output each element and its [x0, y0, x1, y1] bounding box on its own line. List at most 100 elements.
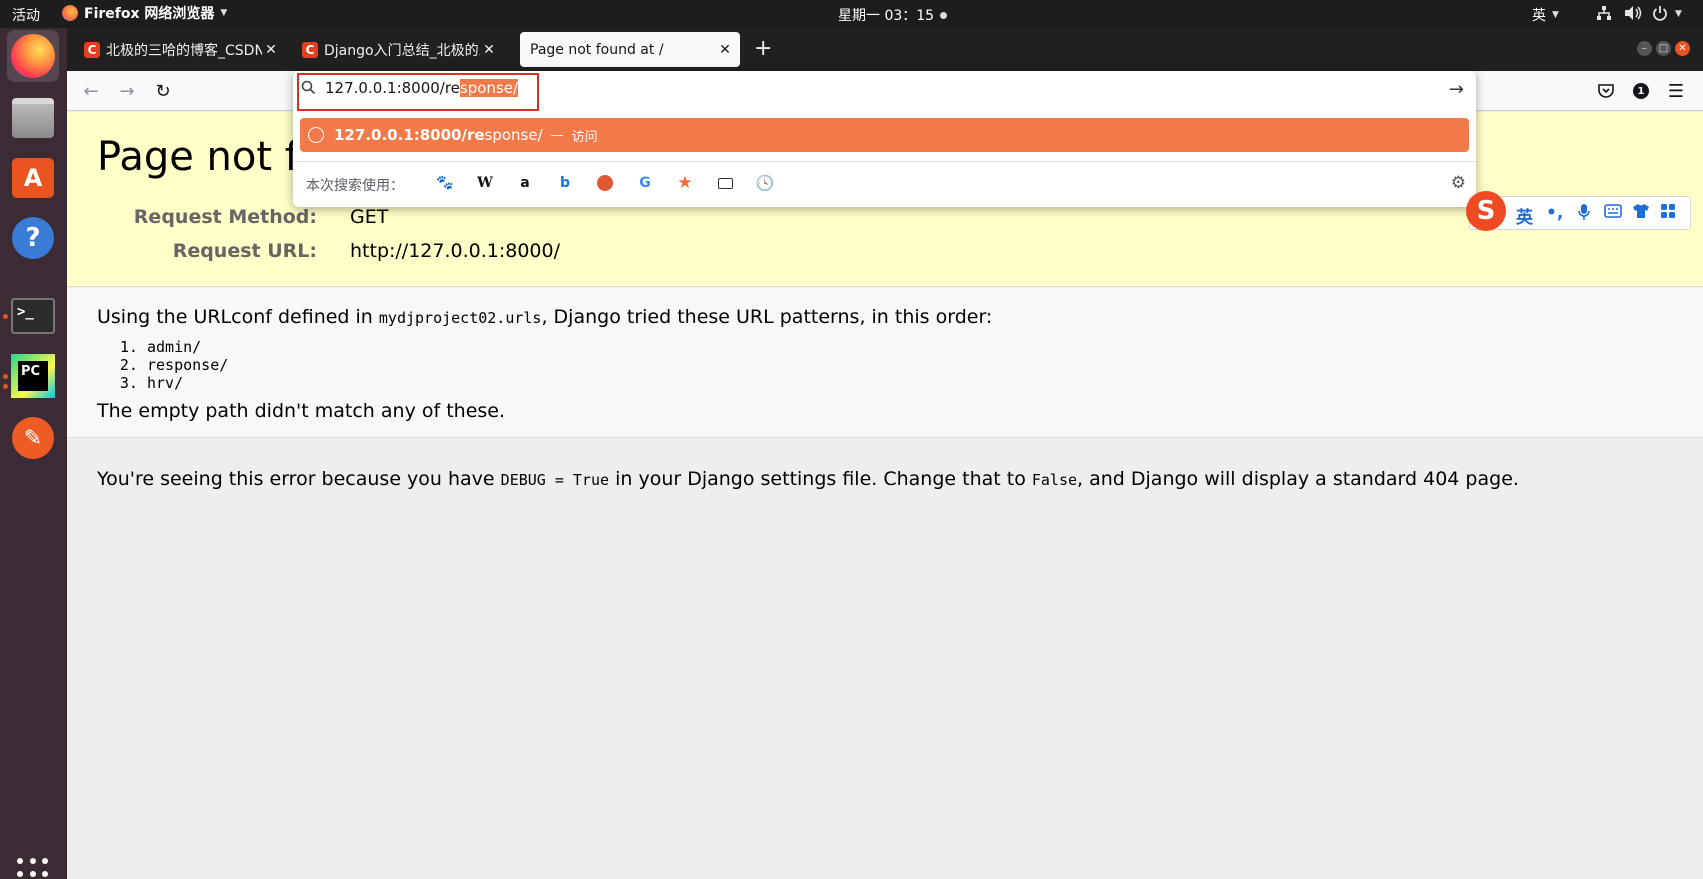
explain-suffix: , and Django will display a standard 404…: [1077, 468, 1519, 490]
dock-software[interactable]: A: [7, 152, 59, 204]
sogou-ime-toolbar: S 英 •,: [1466, 191, 1691, 231]
duckduckgo-icon[interactable]: [594, 172, 616, 194]
suggestion-separator: —: [550, 127, 564, 143]
dock-help[interactable]: ?: [7, 212, 59, 264]
ime-mode-toggle[interactable]: 英: [1516, 203, 1533, 228]
request-method-value: GET: [350, 206, 389, 228]
url-patterns-list: admin/ response/ hrv/: [147, 338, 228, 392]
explain-mid: in your Django settings file. Change tha…: [609, 468, 1032, 490]
urlconf-module: mydjproject02.urls: [378, 309, 542, 327]
csdn-favicon-icon: C: [302, 41, 318, 58]
search-icon: [301, 80, 316, 99]
tab-csdn-blog[interactable]: C 北极的三哈的博客_CSDN博客 ✕: [74, 32, 286, 67]
urlconf-text: Using the URLconf defined in mydjproject…: [97, 306, 992, 328]
clock[interactable]: 星期一 03：15: [838, 5, 948, 25]
globe-icon: [308, 127, 324, 143]
wikipedia-icon[interactable]: W: [474, 172, 496, 194]
dock-terminal[interactable]: >_: [7, 290, 59, 342]
suggestion-url-rest: sponse/: [484, 126, 543, 144]
back-arrow-icon[interactable]: ←: [77, 77, 105, 105]
notification-dot-icon: [940, 11, 948, 19]
tab-page-not-found[interactable]: Page not found at / ✕: [520, 32, 740, 67]
chevron-down-icon: ▼: [1552, 10, 1559, 20]
chevron-down-icon[interactable]: ▼: [1675, 9, 1682, 19]
request-url-value: http://127.0.0.1:8000/: [350, 240, 561, 262]
url-autofill-selection: sponse/: [459, 79, 519, 97]
punctuation-toggle[interactable]: •,: [1546, 203, 1563, 223]
firefox-small-icon: [62, 5, 78, 21]
microphone-icon[interactable]: [1578, 203, 1590, 226]
forward-arrow-icon[interactable]: →: [113, 77, 141, 105]
baidu-icon[interactable]: 🐾: [434, 172, 456, 194]
activities-button[interactable]: 活动: [12, 5, 40, 25]
bing-icon[interactable]: b: [554, 172, 576, 194]
close-icon[interactable]: ✕: [480, 42, 498, 58]
dock-pycharm[interactable]: PC: [7, 350, 59, 402]
show-applications-icon[interactable]: [17, 858, 49, 879]
google-icon[interactable]: G: [634, 172, 656, 194]
hamburger-menu-icon[interactable]: ☰: [1662, 77, 1690, 105]
sogou-logo-icon[interactable]: S: [1466, 191, 1506, 231]
url-suggestion[interactable]: 127.0.0.1:8000/re sponse/ — 访问: [300, 118, 1469, 152]
close-icon[interactable]: ✕: [716, 42, 734, 58]
keyboard-icon[interactable]: [1604, 203, 1622, 223]
extensions-badge[interactable]: 1: [1627, 77, 1655, 105]
dock-postman[interactable]: ✎: [7, 412, 59, 464]
pycharm-icon: PC: [11, 354, 55, 398]
suggestion-action: 访问: [571, 129, 598, 145]
tab-django-summary[interactable]: C Django入门总结_北极的三哈 ✕: [292, 32, 504, 67]
gear-icon[interactable]: ⚙: [1451, 173, 1466, 193]
input-method-indicator[interactable]: 英 ▼: [1532, 5, 1559, 25]
history-icon[interactable]: 🕓: [754, 172, 776, 194]
reload-icon[interactable]: ↻: [149, 77, 177, 105]
gnome-top-bar: 活动 Firefox 网络浏览器 ▼ 星期一 03：15 英 ▼ ▼: [0, 0, 1703, 28]
terminal-icon: >_: [11, 298, 55, 334]
csdn-favicon-icon: C: [84, 41, 100, 58]
list-item: admin/: [147, 338, 228, 356]
network-icon[interactable]: [1596, 5, 1612, 25]
suggestion-url-bold: 127.0.0.1:8000/re: [334, 126, 485, 144]
power-icon[interactable]: [1652, 5, 1668, 25]
help-icon: ?: [12, 217, 54, 259]
go-arrow-icon[interactable]: →: [1449, 79, 1464, 100]
debug-explanation: You're seeing this error because you hav…: [97, 468, 1519, 490]
request-url-label: Request URL:: [172, 240, 317, 262]
url-typed: 127.0.0.1:8000/re: [325, 79, 460, 97]
django-404-page: Page not found Request Method: GET Reque…: [67, 112, 1703, 879]
urlconf-prefix: Using the URLconf defined in: [97, 306, 379, 328]
amazon-icon[interactable]: a: [514, 172, 536, 194]
new-tab-button[interactable]: +: [754, 36, 772, 61]
postman-icon: ✎: [12, 417, 54, 459]
request-method-label: Request Method:: [133, 206, 317, 228]
explain-prefix: You're seeing this error because you hav…: [97, 468, 501, 490]
no-match-text: The empty path didn't match any of these…: [97, 400, 506, 422]
url-input[interactable]: 127.0.0.1:8000/response/: [325, 79, 519, 97]
search-engines-label: 本次搜索使用：: [306, 178, 404, 194]
info-section: Using the URLconf defined in mydjproject…: [67, 288, 1703, 438]
maximize-icon[interactable]: □: [1656, 41, 1671, 56]
software-center-icon: A: [12, 158, 54, 198]
list-item: hrv/: [147, 374, 228, 392]
dock-firefox[interactable]: [7, 30, 59, 82]
files-icon: [12, 98, 54, 138]
bookmarks-icon[interactable]: ★: [674, 172, 696, 194]
debug-code: DEBUG = True: [500, 471, 610, 489]
app-menu[interactable]: Firefox 网络浏览器 ▼: [62, 3, 227, 23]
app-menu-label: Firefox 网络浏览器: [84, 6, 215, 22]
toolbox-icon[interactable]: [1660, 203, 1676, 224]
minimize-icon[interactable]: –: [1637, 41, 1652, 56]
one-off-search-row: 本次搜索使用： 🐾 W a b G ★ 🕓 ⚙: [293, 161, 1476, 205]
urlconf-suffix: , Django tried these URL patterns, in th…: [541, 306, 993, 328]
close-window-icon[interactable]: ✕: [1675, 41, 1690, 56]
close-icon[interactable]: ✕: [262, 42, 280, 58]
ubuntu-dock: A ? >_ PC ✎: [0, 28, 67, 879]
dock-files[interactable]: [7, 92, 59, 144]
firefox-icon: [11, 34, 55, 78]
tabs-icon[interactable]: [714, 172, 736, 194]
skin-icon[interactable]: [1632, 203, 1650, 224]
tab-title: Django入门总结_北极的三哈: [324, 42, 480, 59]
tab-title: 北极的三哈的博客_CSDN博客: [106, 42, 262, 59]
volume-icon[interactable]: [1624, 5, 1642, 25]
pocket-icon[interactable]: [1592, 77, 1620, 105]
input-method-label: 英: [1532, 8, 1546, 24]
